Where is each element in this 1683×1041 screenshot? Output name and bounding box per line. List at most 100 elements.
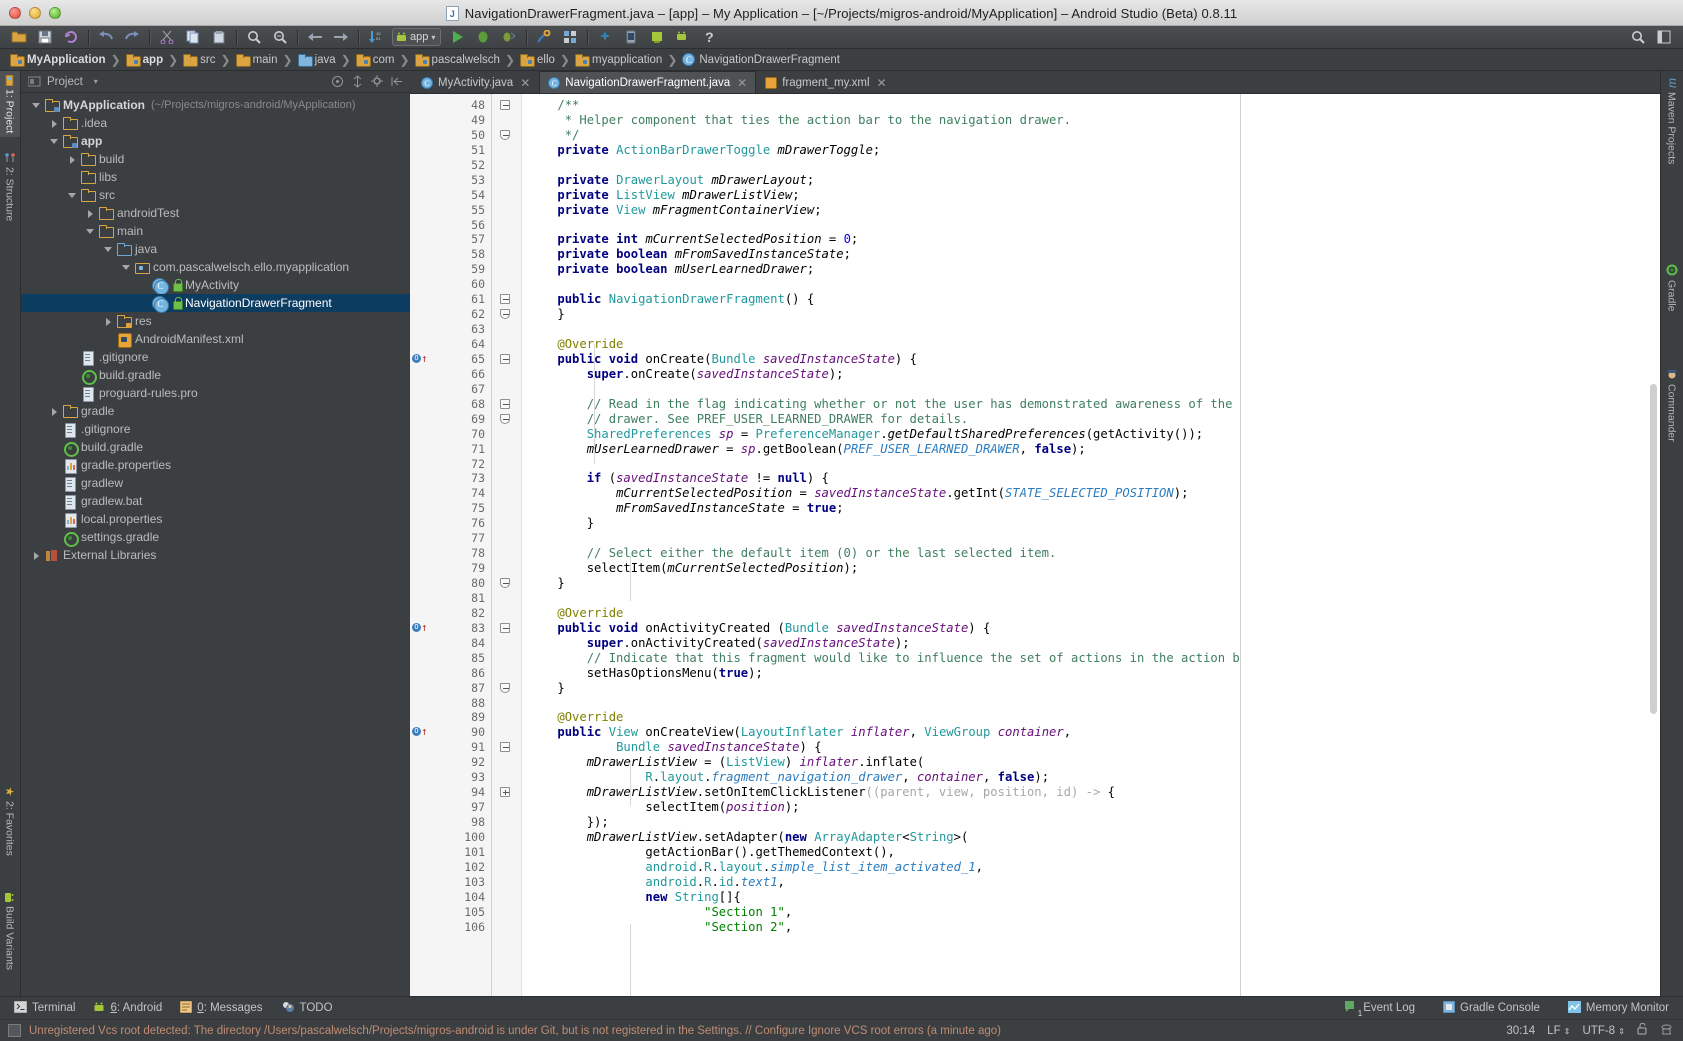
attach-debugger-icon[interactable] bbox=[496, 27, 522, 48]
code-line[interactable] bbox=[522, 218, 1240, 233]
sync-icon[interactable] bbox=[58, 27, 84, 48]
sort-icon[interactable]: 1001 bbox=[363, 27, 389, 48]
chevron-down-icon[interactable] bbox=[49, 136, 60, 147]
code-line[interactable]: private DrawerLayout mDrawerLayout; bbox=[522, 173, 1240, 188]
tree-row[interactable]: gradle.properties bbox=[21, 456, 410, 474]
help-icon[interactable]: ? bbox=[696, 27, 722, 48]
breadcrumb-item-com[interactable]: com bbox=[354, 49, 397, 71]
code-line[interactable] bbox=[522, 696, 1240, 711]
collapse-region-icon[interactable] bbox=[500, 354, 510, 364]
collapse-region-end-icon[interactable] bbox=[500, 683, 510, 693]
sync-gradle-icon[interactable] bbox=[670, 27, 696, 48]
tree-row[interactable]: gradlew bbox=[21, 474, 410, 492]
code-line[interactable]: /** bbox=[522, 98, 1240, 113]
sidebar-item-maven-projects[interactable]: m Maven Projects bbox=[1660, 73, 1683, 169]
code-line[interactable]: private boolean mUserLearnedDrawer; bbox=[522, 262, 1240, 277]
code-line[interactable] bbox=[522, 531, 1240, 546]
tree-row[interactable]: settings.gradle bbox=[21, 528, 410, 546]
sidebar-item-build-variants[interactable]: Build Variants bbox=[0, 888, 20, 974]
chevron-right-icon[interactable] bbox=[49, 118, 60, 129]
collapse-region-icon[interactable] bbox=[500, 742, 510, 752]
tree-row[interactable]: com.pascalwelsch.ello.myapplication bbox=[21, 258, 410, 276]
status-message[interactable]: Unregistered Vcs root detected: The dire… bbox=[29, 1025, 1001, 1037]
fold-marker[interactable] bbox=[492, 292, 521, 307]
bottom-tool-window-bar[interactable]: Terminal6: Android0: MessagesTODO1Event … bbox=[0, 996, 1683, 1019]
tree-row[interactable]: java bbox=[21, 240, 410, 258]
code-line[interactable] bbox=[522, 457, 1240, 472]
code-line[interactable]: private View mFragmentContainerView; bbox=[522, 203, 1240, 218]
tree-row[interactable]: build bbox=[21, 150, 410, 168]
editor-tab-MyActivity-java[interactable]: CMyActivity.java✕ bbox=[412, 71, 539, 93]
code-line[interactable]: // Indicate that this fragment would lik… bbox=[522, 651, 1240, 666]
code-line[interactable]: @Override bbox=[522, 710, 1240, 725]
chevron-down-icon[interactable]: ▾ bbox=[431, 33, 435, 42]
code-line[interactable]: if (savedInstanceState != null) { bbox=[522, 471, 1240, 486]
tree-row-selected[interactable]: CNavigationDrawerFragment bbox=[21, 294, 410, 312]
undo-icon[interactable] bbox=[93, 27, 119, 48]
tree-row[interactable]: app bbox=[21, 132, 410, 150]
bottom-tab--android[interactable]: 6: Android bbox=[89, 1001, 176, 1016]
tree-row[interactable]: androidTest bbox=[21, 204, 410, 222]
editor-tab-bar[interactable]: CMyActivity.java✕CNavigationDrawerFragme… bbox=[410, 71, 1660, 94]
bottom-tab-event-log[interactable]: 1Event Log bbox=[1331, 1001, 1429, 1016]
code-line[interactable]: super.onActivityCreated(savedInstanceSta… bbox=[522, 636, 1240, 651]
chevron-down-icon[interactable]: ▾ bbox=[89, 75, 103, 89]
breadcrumb[interactable]: MyApplication❯app❯src❯main❯java❯com❯pasc… bbox=[0, 49, 1683, 71]
breadcrumb-item-myapplication[interactable]: MyApplication bbox=[8, 49, 108, 71]
breadcrumb-item-pascalwelsch[interactable]: pascalwelsch bbox=[413, 49, 502, 71]
close-tab-icon[interactable]: ✕ bbox=[877, 76, 887, 90]
open-folder-icon[interactable] bbox=[6, 27, 32, 48]
tree-row[interactable]: libs bbox=[21, 168, 410, 186]
tree-row[interactable]: local.properties bbox=[21, 510, 410, 528]
editor-tab-fragment_my-xml[interactable]: fragment_my.xml✕ bbox=[756, 71, 895, 93]
expand-region-icon[interactable] bbox=[500, 787, 510, 797]
tree-row[interactable]: .idea bbox=[21, 114, 410, 132]
close-tab-icon[interactable]: ✕ bbox=[737, 76, 747, 90]
override-icon[interactable]: O bbox=[412, 623, 421, 632]
code-line[interactable]: mCurrentSelectedPosition = savedInstance… bbox=[522, 486, 1240, 501]
tree-row[interactable]: .gitignore bbox=[21, 348, 410, 366]
bottom-tab--messages[interactable]: 0: Messages bbox=[176, 1001, 276, 1016]
tree-row[interactable]: External Libraries bbox=[21, 546, 410, 564]
save-all-icon[interactable] bbox=[32, 27, 58, 48]
code-line[interactable]: public NavigationDrawerFragment() { bbox=[522, 292, 1240, 307]
code-line[interactable]: private int mCurrentSelectedPosition = 0… bbox=[522, 232, 1240, 247]
code-text-area[interactable]: /** * Helper component that ties the act… bbox=[522, 94, 1240, 996]
chevron-right-icon[interactable] bbox=[103, 316, 114, 327]
override-icon[interactable]: O bbox=[412, 354, 421, 363]
code-folding-strip[interactable] bbox=[492, 94, 522, 996]
minimize-window-button[interactable] bbox=[29, 7, 41, 19]
code-line[interactable]: @Override bbox=[522, 337, 1240, 352]
editor-tab-NavigationDrawerFragment-java[interactable]: CNavigationDrawerFragment.java✕ bbox=[539, 71, 756, 93]
sidebar-item-commander[interactable]: Commander bbox=[1660, 363, 1683, 447]
fold-marker[interactable] bbox=[492, 352, 521, 367]
chevron-down-icon[interactable] bbox=[67, 190, 78, 201]
code-line[interactable]: "Section 1", bbox=[522, 905, 1240, 920]
sidebar-item-structure[interactable]: 2: Structure bbox=[0, 149, 20, 225]
code-line[interactable]: // Read in the flag indicating whether o… bbox=[522, 397, 1240, 412]
code-line[interactable] bbox=[522, 277, 1240, 292]
window-controls[interactable] bbox=[9, 7, 61, 19]
encoding-selector[interactable]: UTF-8 ⇕ bbox=[1583, 1025, 1626, 1037]
caret-position[interactable]: 30:14 bbox=[1506, 1025, 1535, 1037]
debug-icon[interactable] bbox=[470, 27, 496, 48]
back-icon[interactable] bbox=[302, 27, 328, 48]
cut-icon[interactable] bbox=[154, 27, 180, 48]
collapse-region-end-icon[interactable] bbox=[500, 414, 510, 424]
code-editor[interactable]: O↑O↑O↑ 484950515253545556575859606162636… bbox=[410, 94, 1660, 996]
code-line[interactable]: mFromSavedInstanceState = true; bbox=[522, 501, 1240, 516]
code-line[interactable]: @Override bbox=[522, 606, 1240, 621]
fold-marker[interactable] bbox=[492, 576, 521, 591]
breadcrumb-item-main[interactable]: main bbox=[234, 49, 280, 71]
close-window-button[interactable] bbox=[9, 7, 21, 19]
tree-row[interactable]: CMyActivity bbox=[21, 276, 410, 294]
override-icon[interactable]: O bbox=[412, 727, 421, 736]
bottom-tab-todo[interactable]: TODO bbox=[277, 1001, 347, 1016]
maximize-window-button[interactable] bbox=[49, 7, 61, 19]
find-icon[interactable] bbox=[241, 27, 267, 48]
settings-icon[interactable] bbox=[557, 27, 583, 48]
breadcrumb-item-app[interactable]: app bbox=[124, 49, 165, 71]
tree-row[interactable]: src bbox=[21, 186, 410, 204]
code-line[interactable] bbox=[522, 322, 1240, 337]
chevron-down-icon[interactable] bbox=[85, 226, 96, 237]
